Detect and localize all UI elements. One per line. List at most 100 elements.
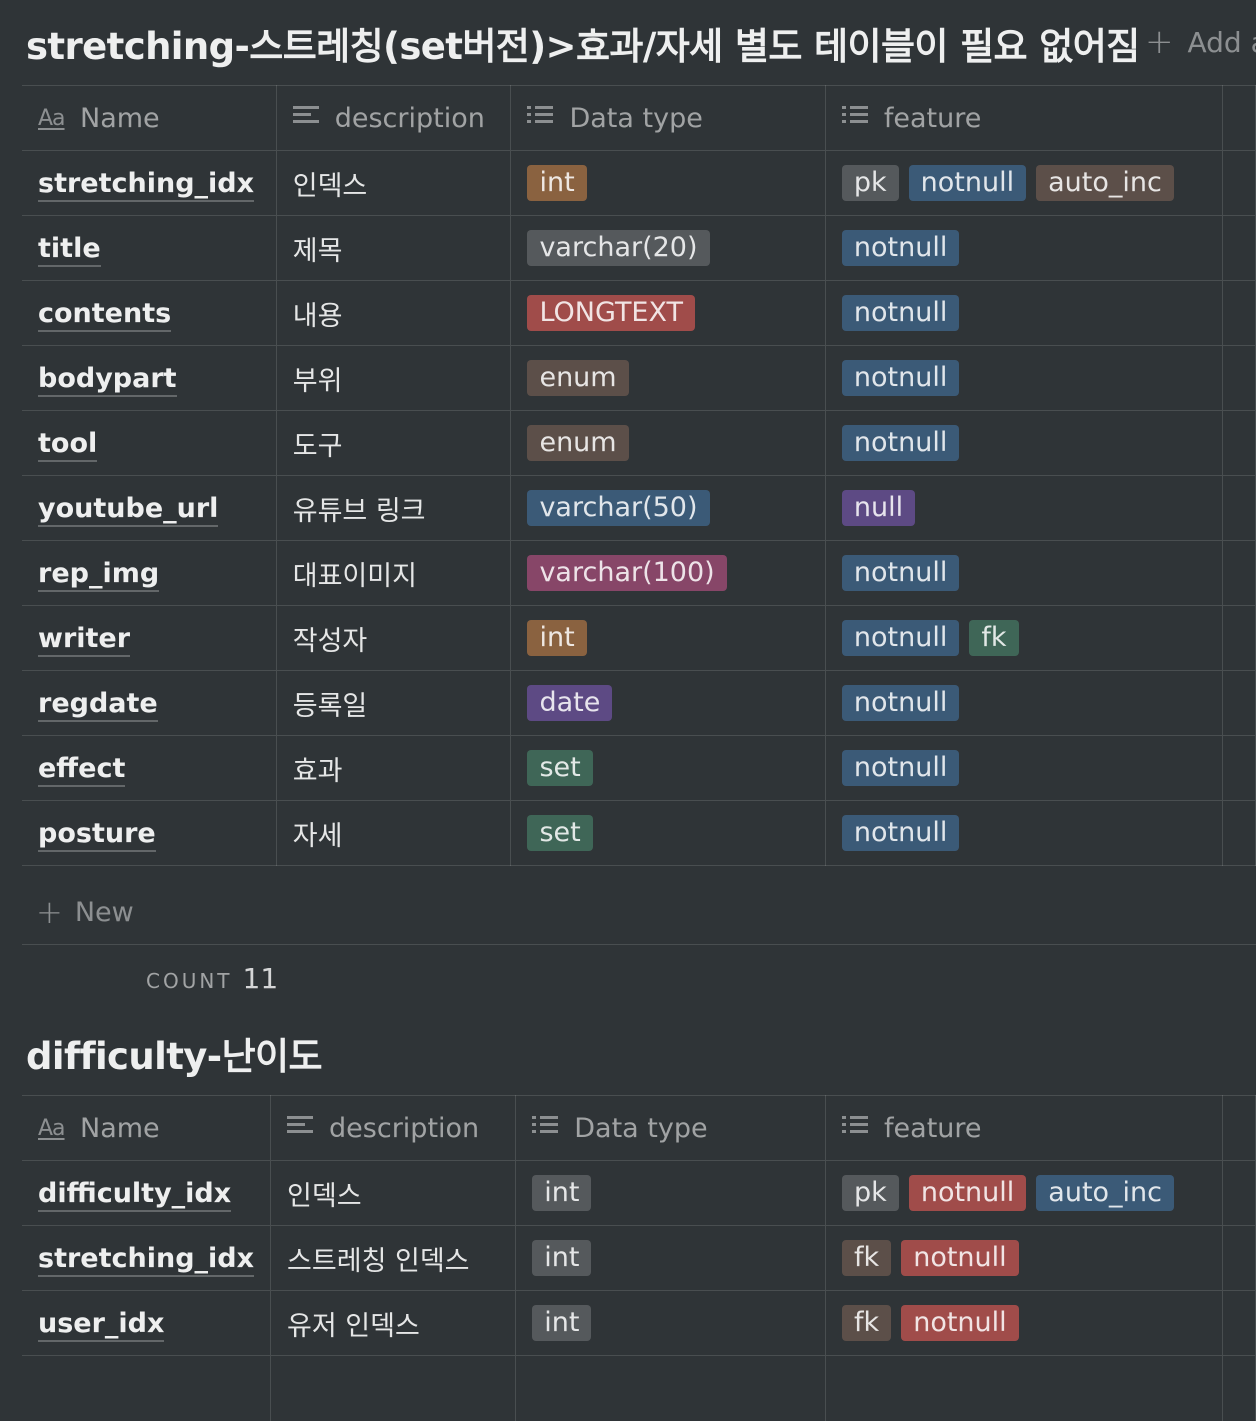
row-name[interactable]: title [38,233,101,267]
row-name[interactable]: stretching_idx [38,168,254,202]
column-header-name[interactable]: AaName [22,1096,271,1161]
cell-data-type[interactable]: varchar(20) [511,216,825,281]
new-row-button[interactable]: + New [22,880,1256,945]
cell-data-type[interactable]: varchar(100) [511,541,825,606]
cell-feature[interactable]: pknotnullauto_inc [825,151,1222,216]
table-row[interactable]: writer 작성자intnotnullfk [22,606,1256,671]
cell-description[interactable]: 등록일 [276,671,511,736]
cell-data-type[interactable]: date [511,671,825,736]
cell-description[interactable]: 자세 [276,801,511,866]
table-row[interactable]: user_idx 유저 인덱스intfknotnull [22,1291,1256,1356]
cell-name[interactable]: regdate [22,671,276,736]
column-header-description[interactable]: description [271,1096,516,1161]
table-row[interactable]: bodypart 부위enumnotnull [22,346,1256,411]
table-row[interactable]: youtube_url 유튜브 링크varchar(50)null [22,476,1256,541]
column-header-feature[interactable]: feature [826,1096,1223,1161]
cell-feature[interactable]: notnull [825,216,1222,281]
cell-description[interactable]: 인덱스 [271,1161,516,1226]
cell-feature[interactable]: notnull [825,671,1222,736]
cell-description[interactable]: 인덱스 [276,151,511,216]
add-view-button[interactable]: + Add a view [1145,22,1256,62]
row-name[interactable]: stretching_idx [38,1243,254,1277]
row-name[interactable]: writer [38,623,130,657]
cell-description[interactable]: 유튜브 링크 [276,476,511,541]
cell-description[interactable]: 도구 [276,411,511,476]
cell-data-type[interactable]: int [516,1161,826,1226]
cell-data-type[interactable]: int [511,151,825,216]
cell-data-type[interactable] [516,1356,826,1421]
column-header-name[interactable]: AaName [22,86,276,151]
row-name[interactable]: user_idx [38,1308,164,1342]
row-name[interactable]: bodypart [38,363,177,397]
row-name[interactable]: effect [38,753,125,787]
cell-name[interactable]: bodypart [22,346,276,411]
cell-feature[interactable]: notnull [825,541,1222,606]
cell-name[interactable]: writer [22,606,276,671]
cell-data-type[interactable]: set [511,736,825,801]
cell-data-type[interactable]: set [511,801,825,866]
count-summary[interactable]: COUNT 11 [146,962,278,995]
cell-name[interactable]: rep_img [22,541,276,606]
table-row[interactable]: title 제목varchar(20)notnull [22,216,1256,281]
cell-name[interactable] [22,1356,271,1421]
cell-feature[interactable]: notnull [825,346,1222,411]
cell-feature[interactable]: notnull [825,411,1222,476]
cell-data-type[interactable]: LONGTEXT [511,281,825,346]
database-title[interactable]: difficulty-난이도 [26,1026,322,1080]
cell-description[interactable]: 효과 [276,736,511,801]
row-name[interactable]: rep_img [38,558,159,592]
cell-name[interactable]: user_idx [22,1291,271,1356]
cell-name[interactable]: difficulty_idx [22,1161,271,1226]
row-name[interactable]: youtube_url [38,493,218,527]
cell-name[interactable]: contents [22,281,276,346]
table-row[interactable]: regdate 등록일datenotnull [22,671,1256,736]
cell-feature[interactable]: fknotnull [826,1226,1223,1291]
cell-description[interactable]: 부위 [276,346,511,411]
cell-feature[interactable]: notnull [825,801,1222,866]
cell-feature[interactable]: notnull [825,736,1222,801]
cell-data-type[interactable]: enum [511,411,825,476]
table-row[interactable]: difficulty_idx 인덱스intpknotnullauto_inc [22,1161,1256,1226]
cell-name[interactable]: posture [22,801,276,866]
cell-description[interactable]: 내용 [276,281,511,346]
cell-name[interactable]: stretching_idx [22,151,276,216]
table-row[interactable]: contents 내용LONGTEXTnotnull [22,281,1256,346]
cell-data-type[interactable]: enum [511,346,825,411]
cell-feature[interactable]: notnullfk [825,606,1222,671]
column-header-data-type[interactable]: Data type [516,1096,826,1161]
cell-feature[interactable]: fknotnull [826,1291,1223,1356]
row-name[interactable]: regdate [38,688,158,722]
row-name[interactable]: difficulty_idx [38,1178,231,1212]
table-row[interactable]: rep_img 대표이미지varchar(100)notnull [22,541,1256,606]
database-title[interactable]: stretching-스트레칭(set버전)>효과/자세 별도 테이블이 필요 … [26,16,1140,70]
table-row[interactable]: posture 자세setnotnull [22,801,1256,866]
table-row[interactable]: tool 도구enumnotnull [22,411,1256,476]
cell-name[interactable]: tool [22,411,276,476]
table-row[interactable]: effect 효과setnotnull [22,736,1256,801]
cell-feature[interactable]: pknotnullauto_inc [826,1161,1223,1226]
cell-data-type[interactable]: varchar(50) [511,476,825,541]
row-name[interactable]: tool [38,428,97,462]
column-header-data-type[interactable]: Data type [511,86,825,151]
cell-description[interactable]: 유저 인덱스 [271,1291,516,1356]
cell-feature[interactable]: null [825,476,1222,541]
table-row[interactable]: stretching_idx 인덱스intpknotnullauto_inc [22,151,1256,216]
cell-description[interactable]: 대표이미지 [276,541,511,606]
cell-feature[interactable]: notnull [825,281,1222,346]
cell-data-type[interactable]: int [511,606,825,671]
row-name[interactable]: posture [38,818,156,852]
cell-description[interactable] [271,1356,516,1421]
cell-description[interactable]: 작성자 [276,606,511,671]
cell-name[interactable]: title [22,216,276,281]
cell-data-type[interactable]: int [516,1226,826,1291]
cell-name[interactable]: effect [22,736,276,801]
cell-name[interactable]: stretching_idx [22,1226,271,1291]
row-name[interactable]: contents [38,298,171,332]
cell-description[interactable]: 제목 [276,216,511,281]
cell-data-type[interactable]: int [516,1291,826,1356]
table-row[interactable]: stretching_idx 스트레칭 인덱스intfknotnull [22,1226,1256,1291]
table-row[interactable] [22,1356,1256,1421]
cell-feature[interactable] [826,1356,1223,1421]
cell-description[interactable]: 스트레칭 인덱스 [271,1226,516,1291]
column-header-feature[interactable]: feature [825,86,1222,151]
